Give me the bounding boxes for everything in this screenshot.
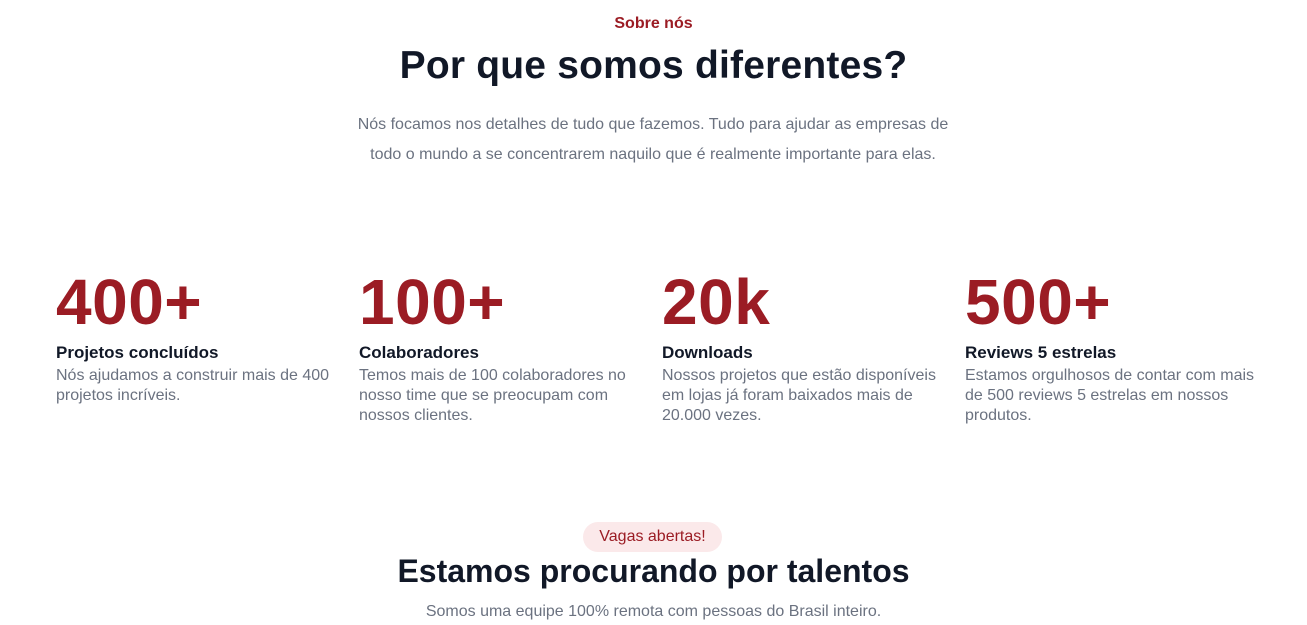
stat-label: Projetos concluídos <box>56 343 219 362</box>
stat-downloads: 20k Downloads Nossos projetos que estão … <box>662 267 954 426</box>
stat-label: Downloads <box>662 343 753 362</box>
section-eyebrow: Sobre nós <box>614 15 693 32</box>
stat-reviews: 500+ Reviews 5 estrelas Estamos orgulhos… <box>965 267 1257 426</box>
stat-value: 100+ <box>359 266 506 338</box>
stat-projects: 400+ Projetos concluídos Nós ajudamos a … <box>56 267 348 406</box>
about-page: Sobre nós Por que somos diferentes? Nós … <box>0 0 1307 625</box>
stat-value: 20k <box>662 266 771 338</box>
intro-line-2: todo o mundo a se concentrarem naquilo q… <box>370 146 936 163</box>
stat-collaborators: 100+ Colaboradores Temos mais de 100 col… <box>359 267 651 426</box>
stat-label: Colaboradores <box>359 343 479 362</box>
stat-value: 400+ <box>56 266 203 338</box>
intro-line-1: Nós focamos nos detalhes de tudo que faz… <box>357 116 949 133</box>
open-positions-badge: Vagas abertas! <box>583 522 722 552</box>
stat-description: Nós ajudamos a construir mais de 400 pro… <box>56 367 330 404</box>
stat-description: Estamos orgulhosos de contar com mais de… <box>965 367 1255 424</box>
jobs-title: Estamos procurando por talentos <box>397 553 910 589</box>
jobs-subtitle: Somos uma equipe 100% remota com pessoas… <box>425 603 882 620</box>
stat-value: 500+ <box>965 266 1112 338</box>
stat-description: Temos mais de 100 colaboradores no nosso… <box>359 367 626 424</box>
stat-description: Nossos projetos que estão disponíveis em… <box>662 367 936 424</box>
section-title: Por que somos diferentes? <box>399 44 908 87</box>
stat-label: Reviews 5 estrelas <box>965 343 1117 362</box>
section-intro: Nós focamos nos detalhes de tudo que faz… <box>333 110 973 170</box>
